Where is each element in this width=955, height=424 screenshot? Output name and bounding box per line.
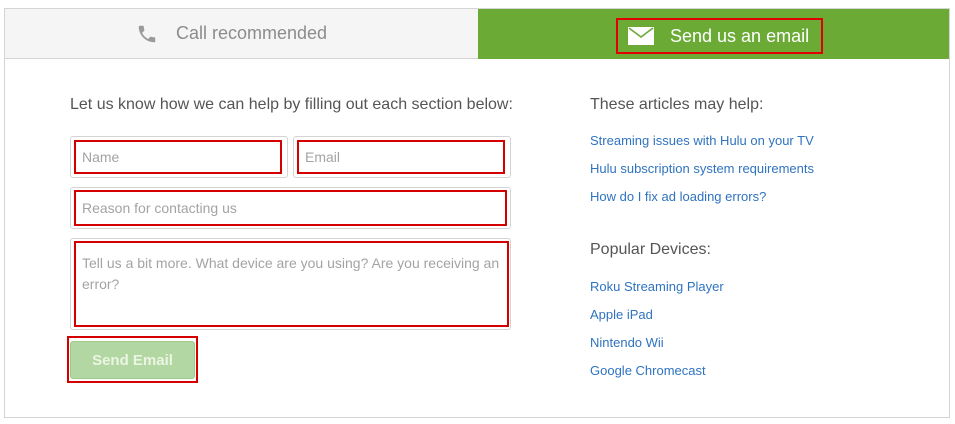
form-intro: Let us know how we can help by filling o… [70, 96, 513, 113]
device-link[interactable]: Google Chromecast [590, 363, 706, 378]
name-input[interactable] [74, 140, 282, 174]
articles-heading: These articles may help: [590, 96, 764, 113]
envelope-icon [628, 27, 654, 45]
device-link[interactable]: Nintendo Wii [590, 335, 664, 350]
send-email-button[interactable]: Send Email [70, 341, 195, 379]
device-link[interactable]: Apple iPad [590, 307, 653, 322]
reason-input[interactable] [74, 190, 507, 226]
article-link[interactable]: How do I fix ad loading errors? [590, 189, 766, 204]
tab-email-highlight: Send us an email [616, 18, 823, 54]
devices-heading: Popular Devices: [590, 241, 711, 258]
tab-call-recommended[interactable]: Call recommended [5, 9, 478, 59]
tab-call-label: Call recommended [175, 23, 328, 43]
email-input[interactable] [297, 140, 505, 174]
tab-send-email[interactable]: Send us an email [478, 9, 949, 59]
contact-panel: Call recommended Send us an email Let us… [4, 8, 950, 418]
contact-tabs: Call recommended Send us an email [5, 9, 949, 59]
article-link[interactable]: Hulu subscription system requirements [590, 161, 814, 176]
tab-email-label: Send us an email [670, 25, 810, 46]
device-link[interactable]: Roku Streaming Player [590, 279, 724, 294]
phone-icon [138, 25, 156, 42]
details-textarea[interactable] [74, 241, 509, 327]
article-link[interactable]: Streaming issues with Hulu on your TV [590, 133, 814, 148]
